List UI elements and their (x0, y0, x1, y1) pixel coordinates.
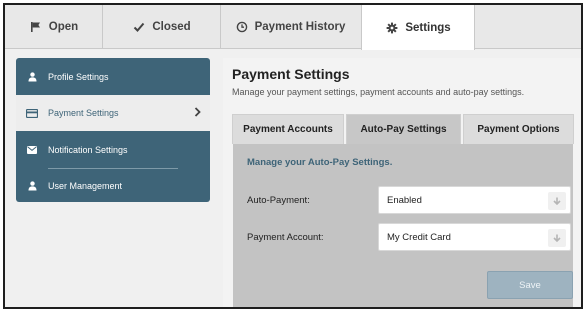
tab-payment-options-label: Payment Options (477, 124, 560, 135)
main-content: Payment Settings Manage your payment set… (223, 58, 581, 307)
tab-payment-history[interactable]: Payment History (221, 5, 359, 49)
tab-payment-history-label: Payment History (254, 21, 346, 33)
sidebar-item-label: Payment Settings (48, 108, 119, 118)
auto-payment-value: Enabled (387, 194, 422, 206)
save-button[interactable]: Save (487, 271, 573, 299)
tab-settings-label: Settings (405, 21, 451, 34)
settings-sidebar: Profile Settings Payment Settings Notifi… (16, 58, 210, 202)
page-title: Payment Settings (232, 66, 350, 82)
auto-payment-label: Auto-Payment: (247, 195, 310, 206)
tab-open-label: Open (48, 21, 79, 33)
clock-icon (235, 20, 249, 34)
envelope-icon (25, 143, 39, 157)
sidebar-item-profile-settings[interactable]: Profile Settings (16, 58, 210, 95)
sidebar-item-label: Notification Settings (48, 144, 128, 155)
tab-open[interactable]: Open (5, 5, 103, 49)
arrow-down-icon[interactable] (548, 229, 566, 247)
panel-heading: Manage your Auto-Pay Settings. (247, 157, 393, 168)
tab-closed[interactable]: Closed (103, 5, 221, 49)
sidebar-item-notification-settings[interactable]: Notification Settings (16, 131, 210, 168)
auto-pay-settings-panel: Manage your Auto-Pay Settings. Auto-Paym… (233, 144, 573, 307)
payment-account-value: My Credit Card (387, 231, 451, 243)
sidebar-item-user-management[interactable]: User Management (16, 169, 210, 202)
sidebar-item-payment-settings[interactable]: Payment Settings (16, 95, 210, 131)
top-tab-bar: Open Closed Payment History Settings (5, 5, 581, 50)
credit-card-icon (25, 106, 39, 120)
tab-payment-accounts[interactable]: Payment Accounts (232, 114, 344, 144)
user-icon (25, 179, 39, 193)
gear-icon (385, 21, 399, 35)
sidebar-item-label: Profile Settings (48, 71, 109, 82)
auto-payment-select[interactable]: Enabled (378, 186, 571, 214)
tab-closed-label: Closed (152, 21, 191, 33)
app-window: Open Closed Payment History Settings Pro… (3, 3, 583, 309)
payment-account-select[interactable]: My Credit Card (378, 223, 571, 251)
tab-auto-pay-settings[interactable]: Auto-Pay Settings (346, 114, 461, 144)
tab-payment-options[interactable]: Payment Options (463, 114, 574, 144)
tab-settings[interactable]: Settings (361, 5, 475, 50)
user-icon (25, 70, 39, 84)
payment-account-label: Payment Account: (247, 232, 324, 243)
flag-icon (29, 20, 43, 34)
arrow-down-icon[interactable] (548, 192, 566, 210)
tab-auto-pay-settings-label: Auto-Pay Settings (360, 124, 447, 135)
checkmark-icon (132, 20, 146, 34)
sidebar-item-label: User Management (48, 180, 123, 191)
chevron-right-icon (194, 107, 201, 119)
tab-payment-accounts-label: Payment Accounts (243, 124, 333, 135)
payment-tabs: Payment Accounts Auto-Pay Settings Payme… (232, 114, 581, 144)
page-subtitle: Manage your payment settings, payment ac… (232, 87, 525, 97)
